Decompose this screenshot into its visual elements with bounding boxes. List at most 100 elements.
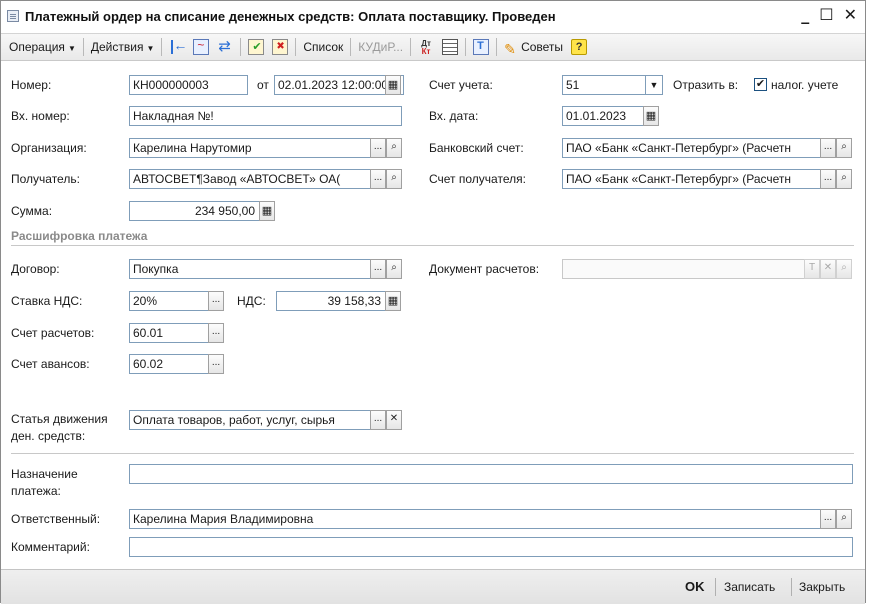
vat-calculator-button[interactable]: ▦ xyxy=(385,291,401,311)
in-number-label: Вх. номер: xyxy=(11,109,70,123)
purpose-field[interactable] xyxy=(129,464,853,484)
cashflow-clear-button[interactable]: ✕ xyxy=(386,410,402,430)
close-window-button[interactable]: ✕ xyxy=(844,5,857,25)
number-field[interactable]: КН000000003 xyxy=(129,75,248,95)
list-button[interactable]: Список xyxy=(299,36,347,58)
contract-select-button[interactable]: ... xyxy=(370,259,386,279)
hints-label: Советы xyxy=(521,40,564,54)
recipient-select-button[interactable]: ... xyxy=(370,169,386,189)
post-button[interactable] xyxy=(245,36,267,58)
help-icon: ? xyxy=(571,39,588,55)
vat-field[interactable]: 39 158,33 xyxy=(276,291,386,311)
toolbar-separator xyxy=(465,38,467,56)
contract-label: Договор: xyxy=(11,262,60,276)
sum-field[interactable]: 234 950,00 xyxy=(129,201,260,221)
recipient-open-button[interactable]: ⌕ xyxy=(386,169,402,189)
dropdown-arrow-icon: ▼ xyxy=(67,44,76,53)
actions-menu[interactable]: Действия ▼ xyxy=(87,36,159,58)
responsible-select-button[interactable]: ... xyxy=(820,509,836,529)
advance-account-select-button[interactable]: ... xyxy=(208,354,224,374)
contract-open-button[interactable]: ⌕ xyxy=(386,259,402,279)
number-label: Номер: xyxy=(11,78,52,92)
settlement-account-field[interactable]: 60.01 xyxy=(129,323,209,343)
calendar-button[interactable]: ▦ xyxy=(385,75,401,95)
hints-icon xyxy=(504,38,518,60)
account-dropdown-arrow[interactable]: ▼ xyxy=(646,75,663,95)
settlement-account-label: Счет расчетов: xyxy=(11,326,95,340)
bank-account-field[interactable]: ПАО «Банк «Санкт-Петербург» (Расчетн xyxy=(562,138,821,158)
advance-account-field[interactable]: 60.02 xyxy=(129,354,209,374)
clear-icon: ✕ xyxy=(823,262,833,273)
table-icon xyxy=(442,39,459,55)
search-icon: ⌕ xyxy=(391,172,397,183)
form-body: Номер: КН000000003 от 02.01.2023 12:00:0… xyxy=(1,63,865,568)
recipient-field[interactable]: АВТОСВЕТ¶Завод «АВТОСВЕТ» ОА( xyxy=(129,169,371,189)
vat-rate-field[interactable]: 20% xyxy=(129,291,209,311)
calculator-button[interactable]: ▦ xyxy=(259,201,275,221)
cashflow-item-field[interactable]: Оплата товаров, работ, услуг, сырья xyxy=(129,410,371,430)
unpost-document-icon xyxy=(272,39,289,55)
responsible-field[interactable]: Карелина Мария Владимировна xyxy=(129,509,821,529)
toolbar-separator xyxy=(496,38,498,56)
structure-button[interactable] xyxy=(190,36,212,58)
report-button[interactable] xyxy=(439,36,461,58)
recipient-account-select-button[interactable]: ... xyxy=(820,169,836,189)
bank-account-open-button[interactable]: ⌕ xyxy=(836,138,852,158)
toolbar-separator xyxy=(240,38,242,56)
refresh-button[interactable] xyxy=(214,36,236,58)
in-number-field[interactable]: Накладная №! xyxy=(129,106,402,126)
save-button[interactable]: Записать xyxy=(724,578,775,596)
recipient-account-label: Счет получателя: xyxy=(429,172,526,186)
contract-field[interactable]: Покупка xyxy=(129,259,371,279)
toolbar: Операция▼ Действия▼ Список КУДиР... ДтКт… xyxy=(1,33,865,61)
search-icon: ⌕ xyxy=(841,512,847,523)
ok-button[interactable]: OK xyxy=(685,578,705,596)
kudir-button[interactable]: КУДиР... xyxy=(354,36,407,58)
search-icon: ⌕ xyxy=(841,172,847,183)
reflect-label: Отразить в: xyxy=(673,78,739,92)
unpost-button[interactable] xyxy=(269,36,291,58)
help-button[interactable]: ? xyxy=(568,36,590,58)
filter-button[interactable] xyxy=(470,36,492,58)
recipient-account-open-button[interactable]: ⌕ xyxy=(836,169,852,189)
bank-account-select-button[interactable]: ... xyxy=(820,138,836,158)
toolbar-separator xyxy=(410,38,412,56)
toolbar-separator xyxy=(82,38,84,56)
vat-rate-select-button[interactable]: ... xyxy=(208,291,224,311)
comment-field[interactable] xyxy=(129,537,853,557)
minimize-button[interactable]: _ xyxy=(801,5,809,25)
settlement-doc-clear-button[interactable]: ✕ xyxy=(820,259,836,279)
cashflow-select-button[interactable]: ... xyxy=(370,410,386,430)
search-icon: ⌕ xyxy=(391,141,397,152)
dropdown-arrow-icon: ▼ xyxy=(146,44,155,53)
chevron-down-icon: ▼ xyxy=(649,80,659,90)
in-date-field[interactable]: 01.01.2023 xyxy=(562,106,644,126)
advance-account-label: Счет авансов: xyxy=(11,357,90,371)
settlement-doc-type-button[interactable]: T xyxy=(804,259,820,279)
organization-select-button[interactable]: ... xyxy=(370,138,386,158)
responsible-open-button[interactable]: ⌕ xyxy=(836,509,852,529)
account-select[interactable]: 51 xyxy=(562,75,646,95)
recipient-account-field[interactable]: ПАО «Банк «Санкт-Петербург» (Расчетн xyxy=(562,169,821,189)
search-icon: ⌕ xyxy=(841,141,847,152)
settlement-doc-field[interactable] xyxy=(562,259,805,279)
organization-field[interactable]: Карелина Нарутомир xyxy=(129,138,371,158)
post-document-icon xyxy=(248,39,265,55)
in-date-label: Вх. дата: xyxy=(429,109,479,123)
go-back-button[interactable] xyxy=(166,36,188,58)
settlement-doc-label: Документ расчетов: xyxy=(429,262,540,276)
dt-kt-button[interactable]: Дт Кт xyxy=(415,36,437,58)
organization-open-button[interactable]: ⌕ xyxy=(386,138,402,158)
calendar-icon: ▦ xyxy=(387,79,399,91)
operation-menu[interactable]: Операция ▼ xyxy=(5,36,80,58)
in-date-calendar-button[interactable]: ▦ xyxy=(643,106,659,126)
search-icon: ⌕ xyxy=(391,262,397,273)
settlement-doc-open-button[interactable]: ⌕ xyxy=(836,259,852,279)
maximize-button[interactable]: ☐ xyxy=(819,5,833,25)
close-button[interactable]: Закрыть xyxy=(799,578,845,596)
window-title: Платежный ордер на списание денежных сре… xyxy=(25,8,556,24)
tax-accounting-checkbox[interactable]: ✔ xyxy=(754,78,767,91)
search-icon: ⌕ xyxy=(841,262,847,273)
settlement-account-select-button[interactable]: ... xyxy=(208,323,224,343)
hints-button[interactable]: Советы xyxy=(500,36,567,60)
